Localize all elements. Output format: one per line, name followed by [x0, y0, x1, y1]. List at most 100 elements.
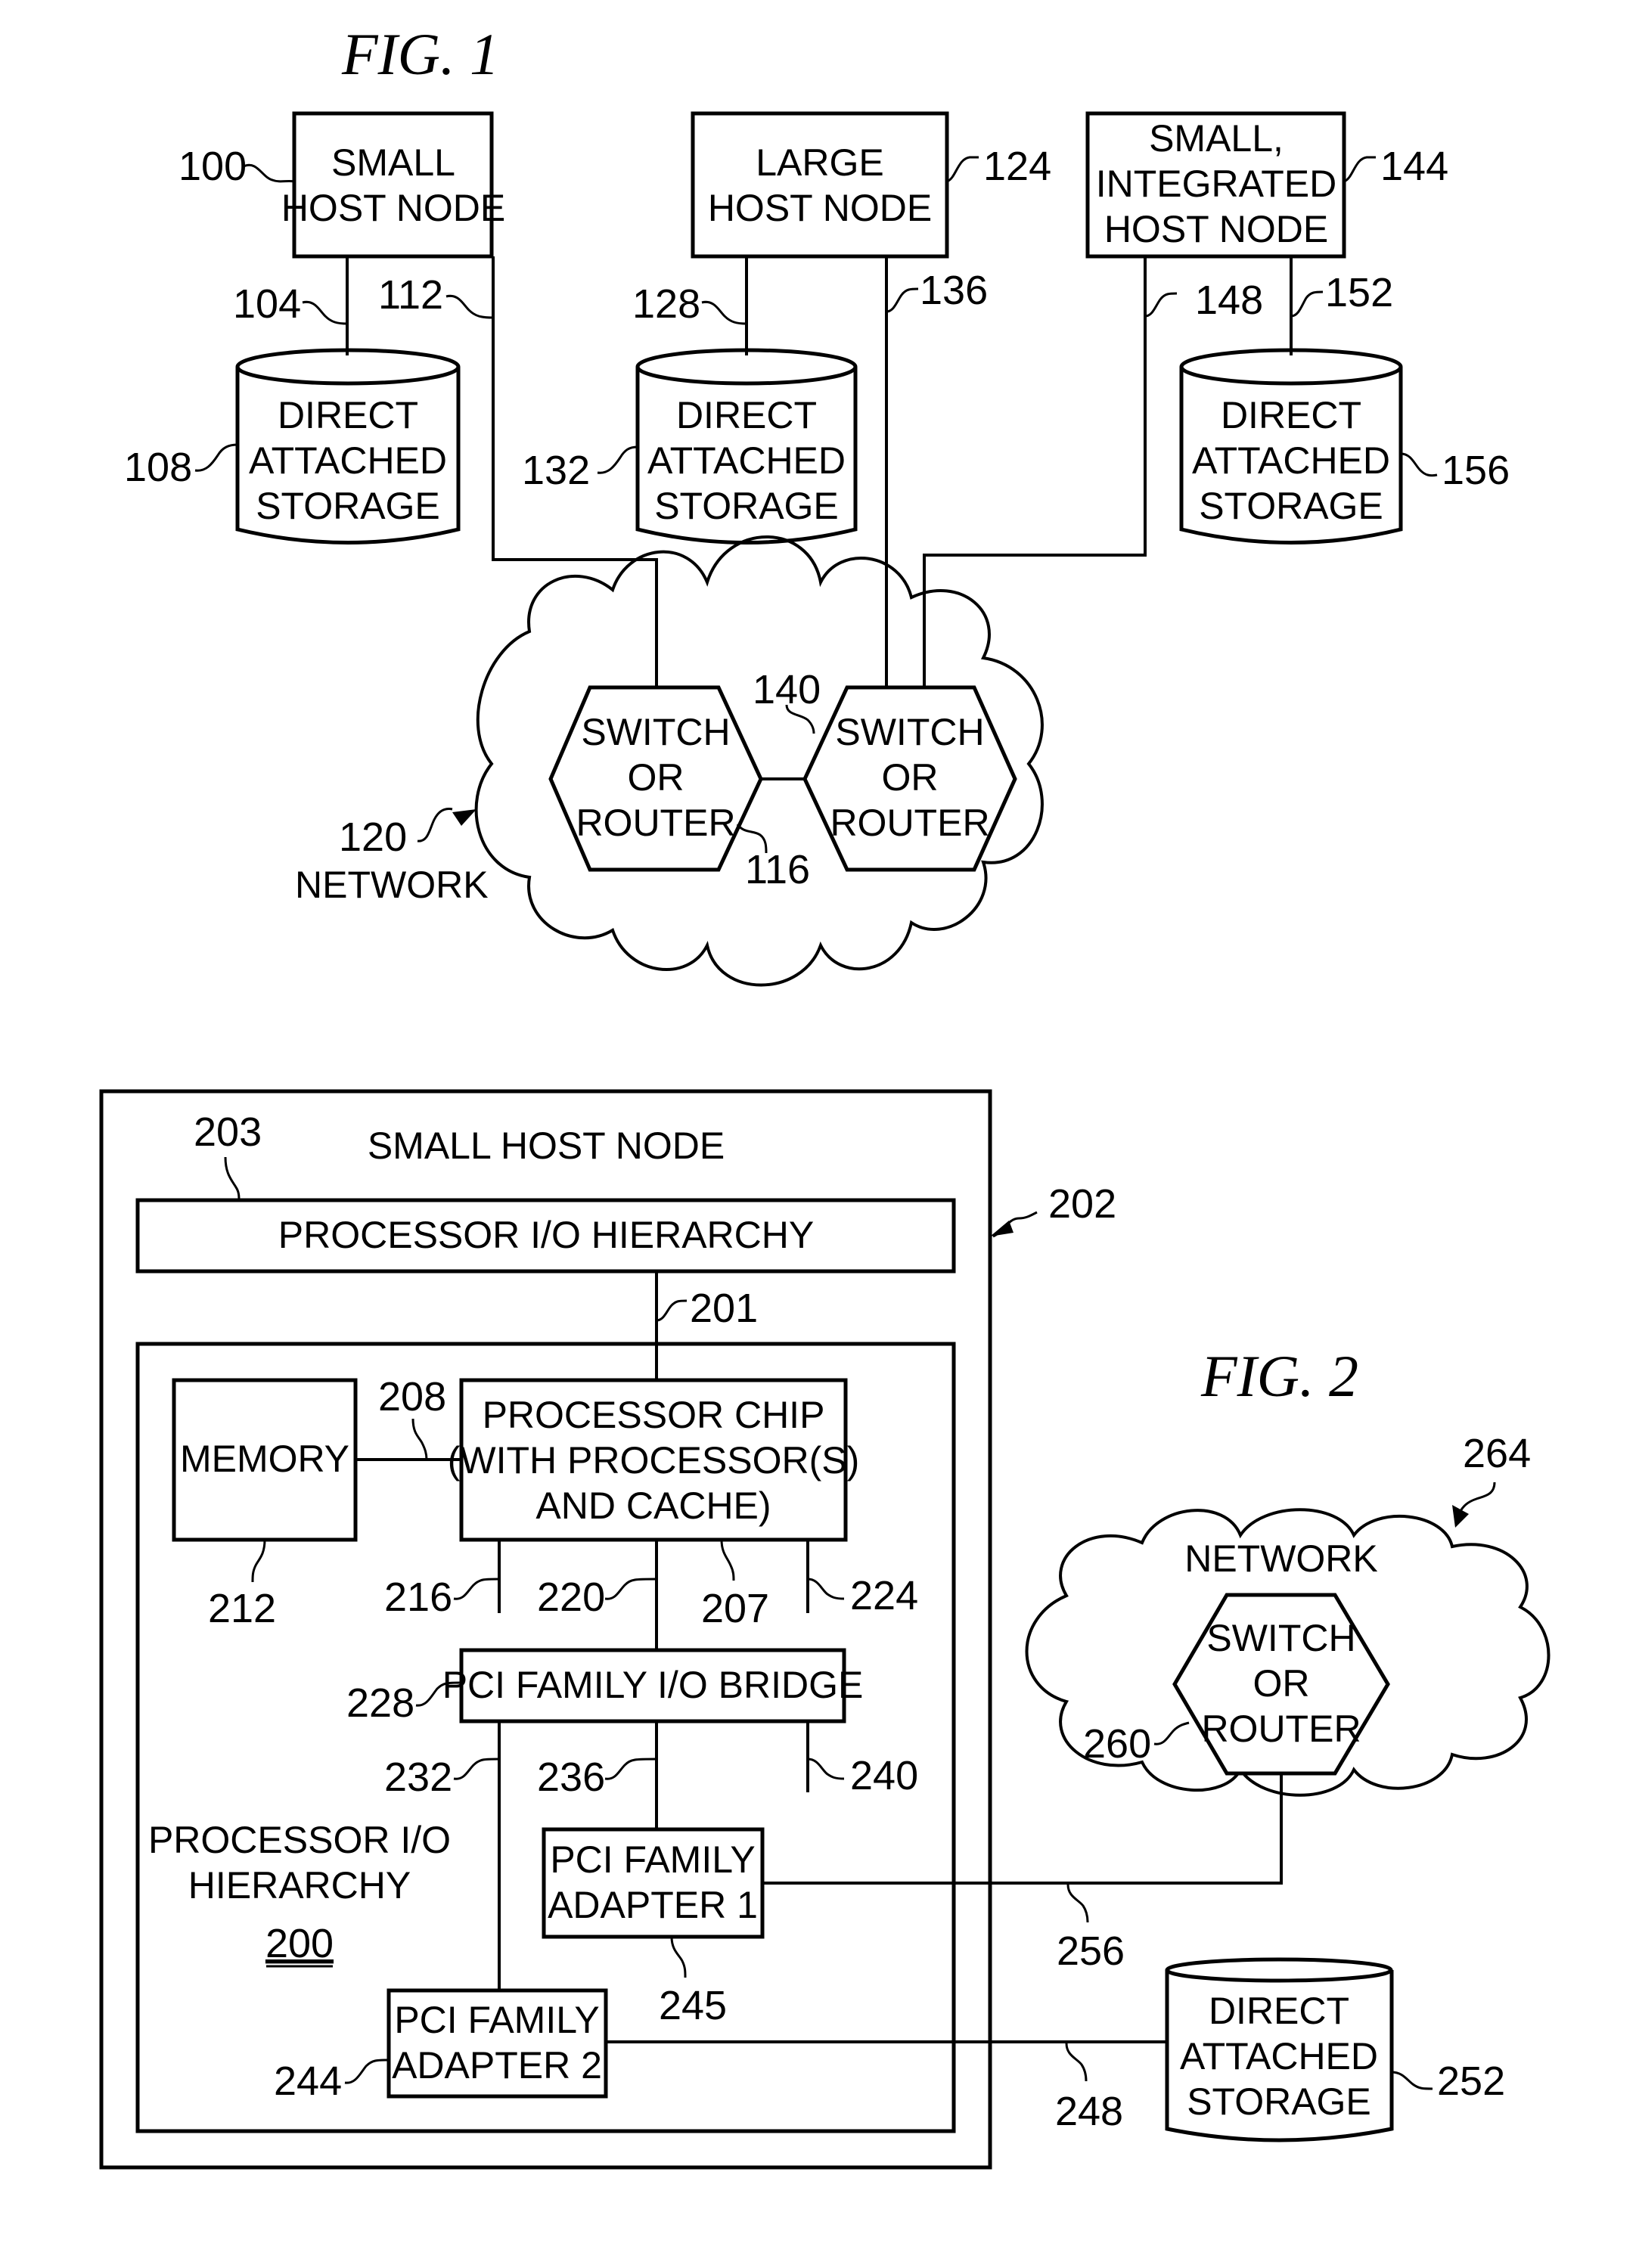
leader-216	[453, 1578, 500, 1600]
leader-124	[946, 156, 979, 183]
ref-256: 256	[1057, 1928, 1125, 1974]
leader-220	[604, 1578, 657, 1600]
ref-116: 116	[745, 847, 810, 892]
hierarchy-label-line1: PROCESSOR I/O	[148, 1819, 451, 1861]
leader-112	[445, 294, 494, 319]
small-host-node: SMALL HOST NODE	[281, 111, 505, 259]
leader-136	[886, 287, 919, 313]
ref-201: 201	[690, 1286, 758, 1331]
ref-202: 202	[1048, 1181, 1116, 1227]
storage-252-line2: ATTACHED	[1180, 2035, 1378, 2077]
ref-104: 104	[233, 281, 301, 327]
storage-108-line1: DIRECT	[278, 394, 418, 436]
large-host-node: LARGE HOST NODE	[691, 111, 949, 259]
large-host-line1: LARGE	[756, 141, 884, 184]
ref-228: 228	[346, 1680, 414, 1726]
ref-208: 208	[378, 1374, 446, 1419]
leader-208	[411, 1418, 428, 1460]
integrated-host-node: SMALL, INTEGRATED HOST NODE	[1085, 111, 1346, 259]
leader-224	[807, 1578, 845, 1600]
ref-240: 240	[850, 1753, 918, 1798]
ref-148: 148	[1195, 278, 1263, 323]
storage-156-line3: STORAGE	[1199, 485, 1383, 527]
arrow-120-icon	[452, 809, 476, 826]
leader-152	[1290, 290, 1324, 318]
adapter1-line1: PCI FAMILY	[550, 1838, 755, 1881]
processor-chip-line2: (WITH PROCESSOR(S)	[448, 1439, 859, 1481]
ref-220: 220	[537, 1575, 605, 1620]
switch-260-line3: ROUTER	[1201, 1708, 1361, 1750]
adapter2-line1: PCI FAMILY	[394, 1999, 599, 2041]
ref-232: 232	[384, 1755, 452, 1800]
adapter2-line2: ADAPTER 2	[392, 2044, 602, 2086]
patent-drawing-sheet: FIG. 1 SMALL HOST NODE 100 LARGE HOST NO…	[0, 0, 1639, 2268]
storage-252: DIRECT ATTACHED STORAGE	[1165, 1957, 1394, 2142]
storage-132: DIRECT ATTACHED STORAGE	[635, 348, 858, 545]
leader-100	[243, 163, 295, 183]
ref-152: 152	[1325, 270, 1393, 315]
storage-108-line3: STORAGE	[256, 485, 440, 527]
switch-router-b: SWITCH OR ROUTER	[802, 685, 1017, 872]
storage-132-line3: STORAGE	[654, 485, 839, 527]
large-host-line2: HOST NODE	[708, 187, 932, 229]
leader-236	[604, 1758, 657, 1780]
integrated-host-line3: HOST NODE	[1104, 208, 1328, 250]
ref-224: 224	[850, 1573, 918, 1618]
leader-264	[1458, 1481, 1496, 1513]
fig2-title: FIG. 2	[1200, 1343, 1358, 1409]
proc-io-bar-label: PROCESSOR I/O HIERARCHY	[278, 1214, 814, 1256]
ref-260: 260	[1083, 1721, 1151, 1767]
ref-108: 108	[124, 445, 192, 490]
leader-120	[417, 808, 453, 842]
leader-248	[1065, 2043, 1088, 2082]
switch-router-260: SWITCH OR ROUTER	[1172, 1593, 1390, 1776]
leader-132	[597, 445, 638, 474]
ref-100: 100	[178, 144, 247, 189]
switch-b-line3: ROUTER	[830, 802, 989, 844]
switch-260-line2: OR	[1253, 1662, 1310, 1705]
switch-116-line3: ROUTER	[576, 802, 735, 844]
link-148	[923, 256, 1147, 687]
leader-156	[1400, 452, 1438, 477]
ref-144: 144	[1380, 144, 1448, 189]
leader-144	[1343, 156, 1376, 183]
storage-156-line1: DIRECT	[1221, 394, 1361, 436]
ref-200: 200	[265, 1921, 334, 1966]
processor-chip-line1: PROCESSOR CHIP	[483, 1394, 825, 1436]
storage-252-line3: STORAGE	[1187, 2080, 1371, 2123]
leader-252	[1391, 2071, 1433, 2090]
switch-b-line2: OR	[882, 756, 939, 799]
ref-216: 216	[384, 1575, 452, 1620]
leader-240	[807, 1758, 845, 1780]
switch-b-line1: SWITCH	[835, 711, 984, 753]
ref-132: 132	[522, 448, 590, 493]
hierarchy-label-line2: HIERARCHY	[188, 1864, 411, 1907]
processor-chip-line3: AND CACHE)	[535, 1485, 771, 1527]
leader-245	[670, 1936, 687, 1978]
ref-264: 264	[1463, 1431, 1531, 1476]
adapter1-line2: ADAPTER 1	[548, 1884, 758, 1926]
leader-212	[251, 1539, 266, 1583]
switch-router-116: SWITCH OR ROUTER	[548, 685, 763, 872]
memory-label: MEMORY	[180, 1438, 349, 1480]
network-264-label: NETWORK	[1184, 1537, 1378, 1580]
ref-252: 252	[1437, 2059, 1505, 2104]
ref-124: 124	[983, 144, 1051, 189]
ref-212: 212	[208, 1586, 276, 1631]
diagram-svg: FIG. 1 SMALL HOST NODE 100 LARGE HOST NO…	[99, 21, 1551, 2170]
storage-108-line2: ATTACHED	[249, 439, 447, 482]
ref-236: 236	[537, 1755, 605, 1800]
ref-248: 248	[1055, 2089, 1123, 2134]
storage-252-line1: DIRECT	[1209, 1990, 1349, 2032]
fig1-title: FIG. 1	[341, 21, 499, 87]
leader-260	[1153, 1721, 1190, 1745]
leader-108	[194, 443, 238, 472]
leader-148	[1144, 292, 1178, 318]
leader-207	[720, 1539, 735, 1581]
storage-156-line2: ATTACHED	[1192, 439, 1390, 482]
leader-244	[344, 2059, 390, 2084]
ref-207: 207	[701, 1586, 769, 1631]
leader-201	[656, 1299, 688, 1322]
ref-203: 203	[194, 1109, 262, 1155]
leader-203	[224, 1156, 241, 1201]
